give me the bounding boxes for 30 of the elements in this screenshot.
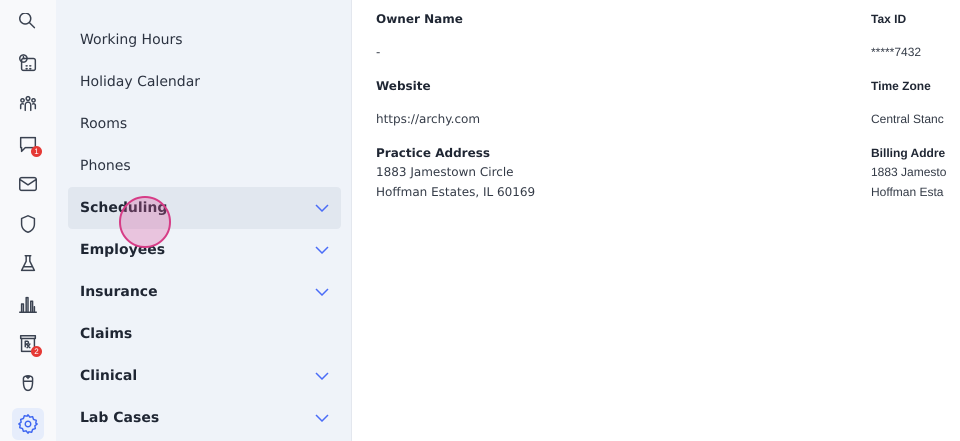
menu-item[interactable]: Phones [68,145,341,187]
field-label: Practice Address [376,145,492,162]
field-label: Billing Addre [871,145,946,162]
nav-button[interactable]: 2 [12,328,44,360]
menu-item[interactable]: Insurance [68,271,341,313]
menu-item[interactable]: Employees [68,229,341,271]
field-label: Time Zone [871,78,932,95]
field-value: 1883 Jamesto [871,164,946,181]
field-value: 1883 Jamestown Circle [376,164,515,181]
field-value: - [376,44,382,61]
menu-item[interactable]: Lab Cases [68,397,341,439]
menu-item[interactable]: Claims [68,313,341,355]
field-value: Hoffman Esta [871,184,944,201]
nav-button[interactable] [12,408,44,440]
menu-item[interactable]: Clinical [68,355,341,397]
field-label: Website [376,78,432,95]
menu-item[interactable]: Rooms [68,103,341,145]
notification-badge: 2 [31,346,42,357]
menu-item[interactable]: Holiday Calendar [68,61,341,103]
prescription-bottle-icon [17,333,39,355]
nav-button[interactable]: 1 [12,128,44,160]
field-label: Owner Name [376,11,464,28]
field-value: Hoffman Estates, IL 60169 [376,184,536,201]
settings-icon [17,413,39,435]
field-value: https://archy.com [376,111,482,128]
notification-badge: 1 [31,146,42,157]
menu-item[interactable]: Working Hours [68,19,341,61]
field-label: Tax ID [871,11,908,28]
field-value: Central Stanc [871,111,945,128]
field-value: *****7432 [871,44,922,61]
